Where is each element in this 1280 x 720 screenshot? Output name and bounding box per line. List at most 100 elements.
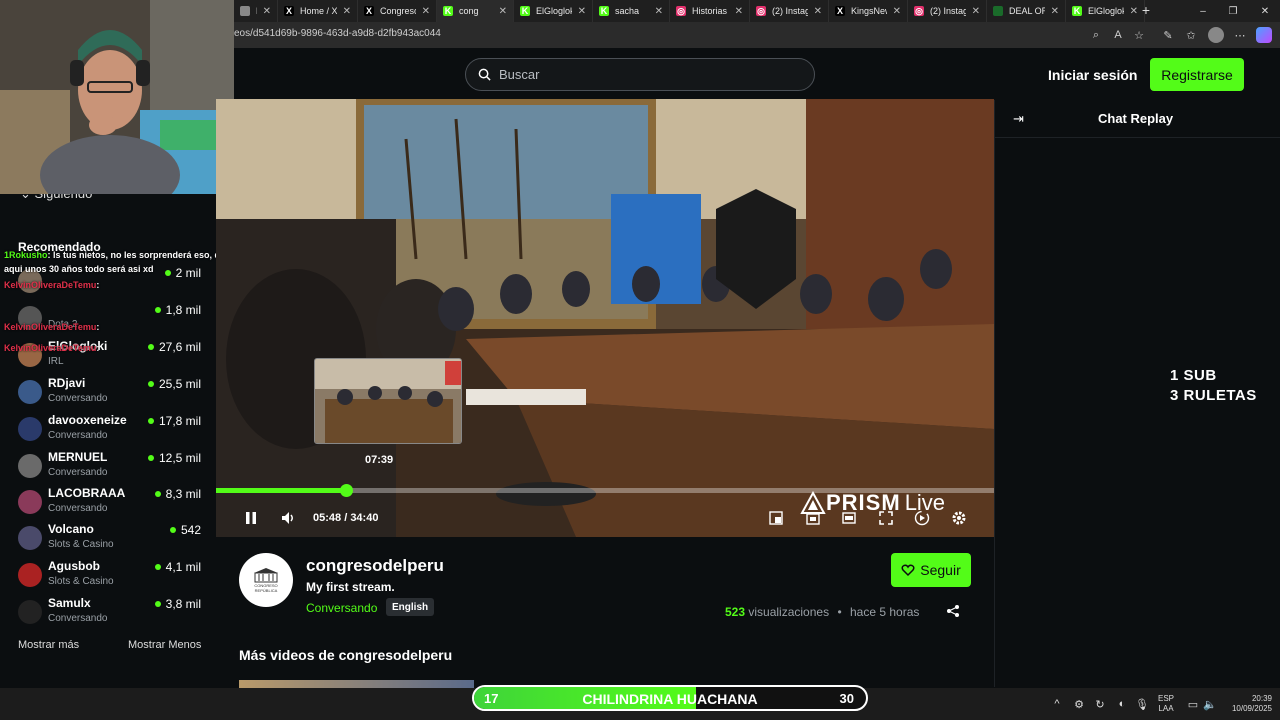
instagram-icon: ◎ — [914, 5, 924, 16]
settings-button[interactable] — [950, 509, 968, 527]
close-tab-icon[interactable]: ✕ — [1051, 6, 1059, 17]
speaker-icon[interactable]: 🔈 — [1203, 697, 1217, 711]
browser-tab[interactable]: Kcong ✕ — [437, 0, 514, 22]
tab-title: ElGlogloki — [536, 6, 572, 16]
show-more-button[interactable]: Mostrar más — [18, 639, 79, 651]
browser-tab[interactable]: ◎ (2) Instagr ✕ — [750, 0, 829, 22]
share-button[interactable] — [946, 604, 962, 620]
sidebar-channel-item[interactable]: davooxeneize Conversando 17,8 mil — [0, 411, 216, 447]
sidebar-channel-item[interactable]: MERNUEL Conversando 12,5 mil — [0, 448, 216, 484]
miniplayer-button[interactable] — [767, 509, 785, 527]
clock-date: 10/09/2025 — [1231, 704, 1272, 713]
sidebar-channel-item[interactable]: LACOBRAAA Conversando 8,3 mil — [0, 484, 216, 520]
close-window-icon[interactable]: ✕ — [1250, 0, 1280, 22]
browser-tab[interactable]: KElGlogloki✕ — [1066, 0, 1145, 22]
browser-tab[interactable]: X Home / X ✕ — [278, 0, 358, 22]
close-tab-icon[interactable]: ✕ — [263, 6, 271, 17]
sidebar-channel-item[interactable]: RDjavi Conversando 25,5 mil — [0, 374, 216, 410]
more-menu-icon[interactable]: ⋯ — [1232, 27, 1248, 43]
network-app-icon[interactable]: ⚙ — [1072, 697, 1086, 711]
tab-title: Historias - — [692, 6, 729, 16]
browser-tab[interactable]: X Congreso ✕ — [358, 0, 437, 22]
avatar — [18, 380, 42, 404]
close-tab-icon[interactable]: ✕ — [499, 6, 507, 17]
close-tab-icon[interactable]: ✕ — [893, 6, 901, 17]
viewer-count: 3,8 mil — [154, 597, 201, 611]
sidebar-channel-item[interactable]: Volcano Slots & Casino 542 — [0, 520, 216, 556]
browser-tab[interactable]: Ksacha ✕ — [593, 0, 670, 22]
zoom-icon[interactable]: ⌕ — [1088, 27, 1104, 43]
browser-tab[interactable]: ◎ Historias - ✕ — [670, 0, 750, 22]
close-tab-icon[interactable]: ✕ — [343, 6, 351, 17]
language-badge[interactable]: English — [386, 598, 435, 616]
chat-message: aqui unos 30 años todo será asi xd — [4, 264, 154, 274]
tab-title: (2) Instagr — [930, 6, 966, 16]
new-tab-button[interactable]: + — [1137, 2, 1155, 20]
sync-icon[interactable]: ↻ — [1093, 697, 1107, 711]
sidebar-channel-item[interactable]: Agusbob Slots & Casino 4,1 mil — [0, 557, 216, 593]
browser-tab[interactable]: Ha ✕ — [234, 0, 278, 22]
language-indicator[interactable]: ESP LAA — [1158, 694, 1174, 714]
channel-name[interactable]: congresodelperu — [306, 556, 444, 576]
chat-title: Chat Replay — [1098, 111, 1174, 126]
browser-tab[interactable]: X KingsNew ✕ — [829, 0, 908, 22]
close-tab-icon[interactable]: ✕ — [735, 6, 743, 17]
follow-button[interactable]: Seguir — [891, 553, 971, 587]
chat-message: KelvinOliveraDeTemu: — [4, 322, 99, 332]
h-icon — [240, 6, 250, 16]
video-thumbnail[interactable] — [239, 680, 474, 688]
promo-line-1: 1 SUB — [1170, 367, 1217, 384]
video-player[interactable] — [216, 99, 994, 537]
channel-name: davooxeneize — [48, 413, 127, 427]
minimize-icon[interactable]: – — [1188, 0, 1218, 22]
volume-button[interactable] — [279, 509, 297, 527]
stream-category[interactable]: Conversando — [306, 601, 377, 615]
browser-tab[interactable]: K ElGlogloki ✕ — [514, 0, 593, 22]
read-aloud-icon[interactable]: A — [1110, 27, 1126, 43]
register-button[interactable]: Registrarse — [1150, 58, 1244, 91]
channel-avatar[interactable]: CONGRESO REPÚBLICA — [239, 553, 293, 607]
channel-category: Conversando — [48, 503, 108, 514]
live-dot-icon — [147, 344, 154, 350]
pause-button[interactable] — [242, 509, 260, 527]
search-input[interactable]: Buscar — [465, 58, 815, 91]
restore-icon[interactable]: ❐ — [1218, 0, 1248, 22]
copilot-icon[interactable] — [1256, 27, 1272, 43]
sidebar-channel-item[interactable]: Samulx Conversando 3,8 mil — [0, 594, 216, 630]
extensions-icon[interactable]: ✎ — [1160, 27, 1176, 43]
url-text[interactable]: eos/d541d69b-9896-463d-a9d8-d2fb943ac044 — [234, 28, 441, 39]
app-icon[interactable]: ◐ — [1115, 697, 1129, 711]
close-tab-icon[interactable]: ✕ — [655, 6, 663, 17]
search-placeholder: Buscar — [499, 67, 540, 82]
monitor-icon[interactable]: ▭ — [1186, 697, 1200, 711]
instagram-icon: ◎ — [756, 5, 766, 16]
close-tab-icon[interactable]: ✕ — [972, 6, 980, 17]
chat-header: ⇥ Chat Replay — [995, 100, 1280, 138]
chat-username: 1Rokusho — [4, 250, 48, 260]
close-tab-icon[interactable]: ✕ — [578, 6, 586, 17]
browser-tab[interactable]: ◎ (2) Instagr ✕ — [908, 0, 987, 22]
viewer-count-value: 542 — [180, 523, 201, 537]
viewer-count: 2 mil — [164, 266, 201, 280]
star-icon[interactable]: ☆ — [1131, 27, 1147, 43]
channel-category: IRL — [48, 356, 64, 367]
microphone-icon[interactable]: 🎙 — [1135, 697, 1149, 711]
browser-tab[interactable]: DEAL OR ✕ — [987, 0, 1066, 22]
close-tab-icon[interactable]: ✕ — [814, 6, 822, 17]
login-button[interactable]: Iniciar sesión — [1048, 67, 1137, 83]
collapse-chat-icon[interactable]: ⇥ — [1013, 111, 1024, 127]
kick-icon: K — [520, 6, 530, 16]
viewer-count-value: 25,5 mil — [158, 377, 201, 391]
chat-text: : — [96, 343, 100, 353]
congress-logo-icon — [254, 568, 278, 583]
channel-category: Conversando — [48, 393, 108, 404]
favorites-icon[interactable]: ✩ — [1183, 27, 1199, 43]
viewer-count-value: 2 mil — [175, 266, 201, 280]
system-clock[interactable]: 20:39 10/09/2025 — [1224, 694, 1272, 714]
close-tab-icon[interactable]: ✕ — [422, 6, 430, 17]
chevron-up-icon[interactable]: ^ — [1050, 697, 1064, 711]
show-less-button[interactable]: Mostrar Menos — [128, 639, 201, 651]
profile-avatar[interactable] — [1208, 27, 1224, 43]
tab-title: KingsNew — [851, 6, 887, 16]
kick-icon: K — [443, 6, 453, 16]
